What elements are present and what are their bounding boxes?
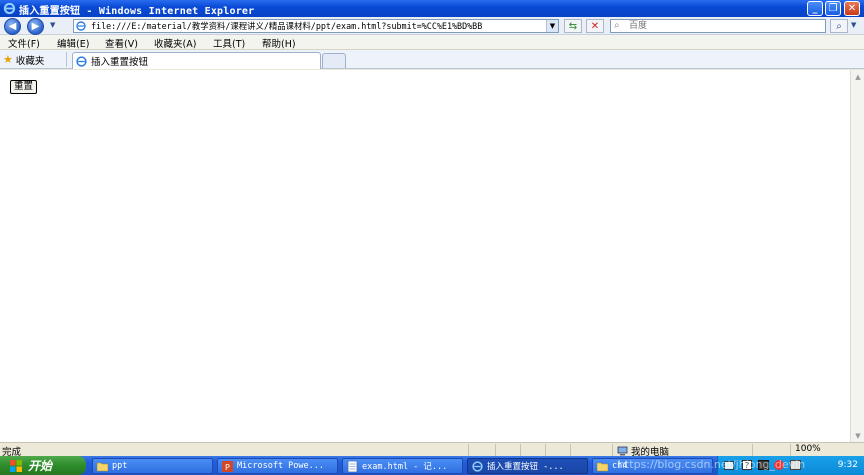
stop-button[interactable]: ✕: [586, 19, 604, 33]
tab-insert-reset-button[interactable]: 插入重置按钮: [72, 52, 321, 69]
address-url: file:///E:/material/教学资料/课程讲义/精品课材料/ppt/…: [91, 21, 483, 31]
favorites-label: 收藏夹: [15, 55, 45, 67]
search-button[interactable]: ⌕: [830, 19, 848, 33]
forward-button[interactable]: ▶: [27, 18, 44, 35]
folder-icon: [597, 462, 608, 471]
status-divider: [752, 444, 753, 456]
taskbar-button-label: Microsoft Powe...: [237, 461, 324, 471]
close-button[interactable]: ✕: [844, 1, 860, 16]
taskbar-button-label: exam.html - 记...: [362, 462, 448, 472]
status-divider: [790, 444, 791, 456]
restore-button[interactable]: ❐: [825, 1, 841, 16]
svg-text:P: P: [225, 463, 230, 472]
scroll-up-icon[interactable]: ▲: [852, 71, 864, 82]
menu-bar: 文件(F) 编辑(E) 查看(V) 收藏夹(A) 工具(T) 帮助(H): [0, 35, 864, 50]
windows-logo-icon: [10, 459, 22, 472]
refresh-button[interactable]: ⇆: [564, 19, 582, 33]
refresh-icon: ⇆: [568, 20, 578, 32]
start-label: 开始: [28, 459, 53, 473]
menu-file[interactable]: 文件(F): [8, 36, 40, 50]
status-divider: [612, 444, 613, 456]
notepad-icon: [347, 460, 358, 472]
status-divider: [570, 444, 571, 456]
taskbar-button-notepad[interactable]: exam.html - 记...: [342, 458, 463, 474]
restore-icon: ❐: [828, 3, 838, 14]
stop-icon: ✕: [590, 20, 600, 32]
ie-logo-icon: [472, 460, 483, 472]
taskbar-button-powerpoint[interactable]: P Microsoft Powe...: [217, 458, 338, 474]
new-tab-button[interactable]: [322, 53, 346, 68]
magnifier-icon: ⌕: [836, 20, 842, 32]
window-title: 插入重置按钮 - Windows Internet Explorer: [19, 6, 255, 17]
menu-edit[interactable]: 编辑(E): [57, 36, 89, 50]
folder-icon: [97, 462, 108, 471]
scroll-down-icon[interactable]: ▼: [852, 430, 864, 441]
address-dropdown-icon[interactable]: ▼: [546, 20, 558, 32]
address-field[interactable]: file:///E:/material/教学资料/课程讲义/精品课材料/ppt/…: [73, 19, 559, 33]
tab-separator: [66, 52, 67, 67]
status-divider: [545, 444, 546, 456]
tab-row: ★ 收藏夹 插入重置按钮: [0, 50, 864, 69]
menu-favorites[interactable]: 收藏夹(A): [154, 36, 196, 50]
search-engine-icon: ⌕: [614, 20, 620, 31]
page-content: 重置: [0, 70, 850, 442]
favorites-button[interactable]: ★ 收藏夹: [3, 52, 44, 67]
ie-logo-icon: [3, 2, 16, 15]
status-divider: [520, 444, 521, 456]
forward-arrow-icon: ▶: [31, 21, 40, 32]
back-button[interactable]: ◀: [4, 18, 21, 35]
search-input[interactable]: [629, 20, 819, 32]
watermark-text: https://blog.csdn.net/jhlong_devin: [618, 458, 806, 471]
title-bar: 插入重置按钮 - Windows Internet Explorer _ ❐ ✕: [0, 0, 864, 17]
minimize-icon: _: [812, 3, 818, 14]
star-icon: ★: [3, 53, 13, 66]
taskbar-button-ie[interactable]: 插入重置按钮 -...: [467, 458, 588, 474]
start-button[interactable]: 开始: [0, 456, 86, 475]
address-row: ◀ ▶ ▼ file:///E:/material/教学资料/课程讲义/精品课材…: [0, 17, 864, 35]
reset-button[interactable]: 重置: [10, 80, 38, 94]
close-icon: ✕: [847, 3, 857, 14]
status-bar: 完成 我的电脑 100%: [0, 442, 864, 458]
minimize-button[interactable]: _: [807, 1, 823, 16]
menu-help[interactable]: 帮助(H): [262, 36, 296, 50]
vertical-scrollbar[interactable]: ▲ ▼: [850, 70, 864, 442]
taskbar-button-label: ppt: [112, 461, 128, 471]
menu-view[interactable]: 查看(V): [105, 36, 138, 50]
page-icon: [76, 21, 86, 31]
status-divider: [495, 444, 496, 456]
powerpoint-icon: P: [222, 460, 233, 472]
tab-label: 插入重置按钮: [91, 57, 149, 68]
status-divider: [468, 444, 469, 456]
search-box[interactable]: ⌕: [610, 19, 826, 33]
taskbar-button-label: 插入重置按钮 -...: [487, 462, 564, 472]
zoom-level[interactable]: 100%: [795, 444, 821, 454]
search-options-icon[interactable]: ▼: [851, 21, 856, 29]
back-arrow-icon: ◀: [8, 21, 17, 32]
history-dropdown-icon[interactable]: ▼: [50, 21, 55, 29]
menu-tools[interactable]: 工具(T): [213, 36, 245, 50]
taskbar-button-ppt[interactable]: ppt: [92, 458, 213, 474]
clock[interactable]: 9:32: [838, 460, 858, 470]
computer-icon: [617, 446, 628, 456]
ie-tab-icon: [76, 55, 87, 67]
